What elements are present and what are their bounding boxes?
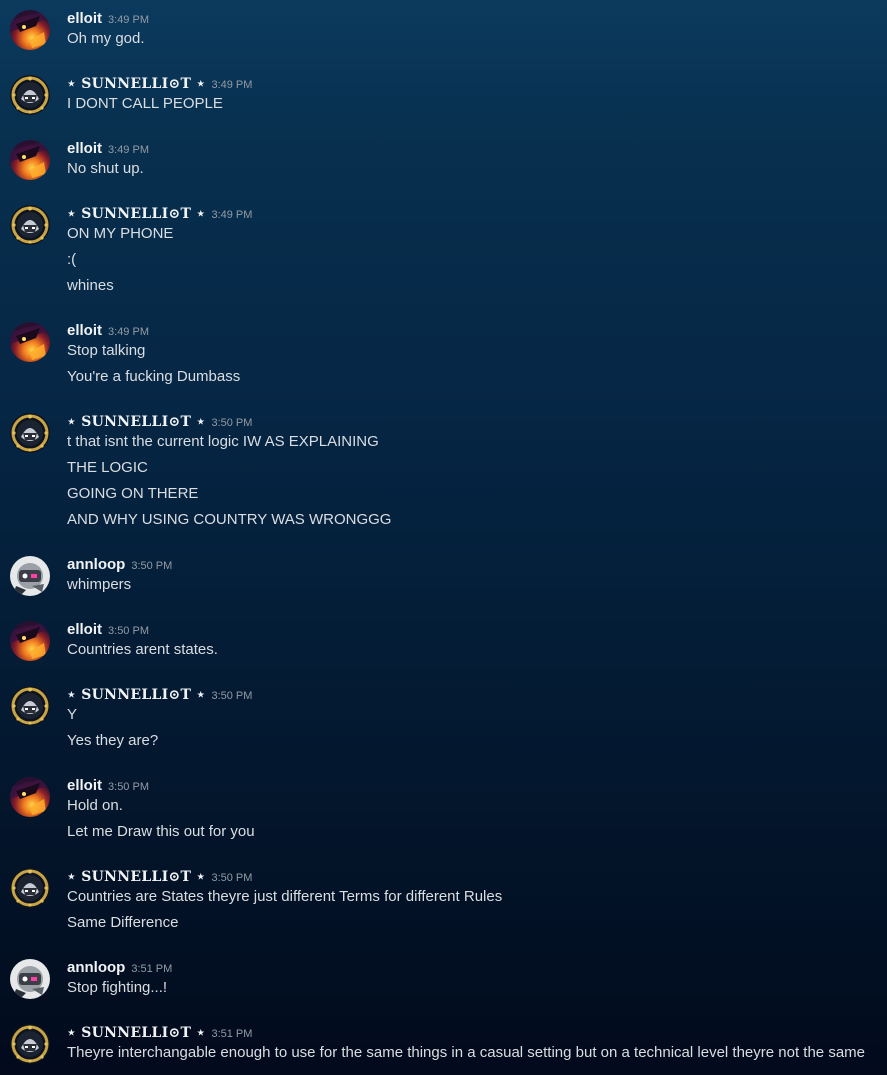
author-name[interactable]: ⋆ SUNNELLI⊙T ⋆ bbox=[67, 76, 205, 92]
elloit-avatar[interactable] bbox=[10, 621, 50, 661]
message-text: Countries arent states. bbox=[67, 641, 218, 658]
message-timestamp[interactable]: 3:49 PM bbox=[108, 144, 149, 156]
message-timestamp[interactable]: 3:50 PM bbox=[211, 872, 252, 884]
elloit-avatar[interactable] bbox=[10, 140, 50, 180]
message-text: t that isnt the current logic IW AS EXPL… bbox=[67, 433, 379, 450]
message-timestamp[interactable]: 3:49 PM bbox=[211, 79, 252, 91]
author-name[interactable]: ⋆ SUNNELLI⊙T ⋆ bbox=[67, 1025, 205, 1041]
message-timestamp[interactable]: 3:50 PM bbox=[211, 417, 252, 429]
message-text: :( bbox=[67, 251, 77, 268]
sunnelliot-avatar[interactable] bbox=[10, 1024, 50, 1064]
message-timestamp[interactable]: 3:50 PM bbox=[108, 625, 149, 637]
author-name[interactable]: ⋆ SUNNELLI⊙T ⋆ bbox=[67, 206, 205, 222]
author-name[interactable]: ⋆ SUNNELLI⊙T ⋆ bbox=[67, 414, 205, 430]
message-group[interactable]: ⋆ SUNNELLI⊙T ⋆ 3:49 PM ON MY PHONE :( whines bbox=[0, 205, 887, 304]
author-name[interactable]: ⋆ SUNNELLI⊙T ⋆ bbox=[67, 869, 205, 885]
elloit-avatar[interactable] bbox=[10, 322, 50, 362]
message-header: ⋆ SUNNELLI⊙T ⋆ 3:50 PM bbox=[67, 686, 252, 704]
message-header: elloit 3:49 PM bbox=[67, 140, 149, 158]
sunnelliot-avatar[interactable] bbox=[10, 413, 50, 453]
message-header: ⋆ SUNNELLI⊙T ⋆ 3:49 PM bbox=[67, 205, 252, 223]
message-text: Oh my god. bbox=[67, 30, 145, 47]
message-group[interactable]: annloop 3:50 PM whimpers bbox=[0, 556, 887, 603]
message-timestamp[interactable]: 3:51 PM bbox=[211, 1028, 252, 1040]
message-text: Stop talking bbox=[67, 342, 146, 359]
message-group[interactable]: ⋆ SUNNELLI⊙T ⋆ 3:50 PM t that isnt the cur… bbox=[0, 413, 887, 538]
author-name[interactable]: annloop bbox=[67, 959, 125, 976]
author-name[interactable]: ⋆ SUNNELLI⊙T ⋆ bbox=[67, 687, 205, 703]
message-header: ⋆ SUNNELLI⊙T ⋆ 3:49 PM bbox=[67, 75, 252, 93]
author-name[interactable]: elloit bbox=[67, 10, 102, 27]
message-header: ⋆ SUNNELLI⊙T ⋆ 3:50 PM bbox=[67, 413, 252, 431]
message-group[interactable]: ⋆ SUNNELLI⊙T ⋆ 3:49 PM I DONT CALL PEOPLE bbox=[0, 75, 887, 122]
message-timestamp[interactable]: 3:49 PM bbox=[108, 14, 149, 26]
message-text: Stop fighting...! bbox=[67, 979, 168, 996]
message-group[interactable]: annloop 3:51 PM Stop fighting...! bbox=[0, 959, 887, 1006]
message-text: AND WHY USING COUNTRY WAS WRONGGG bbox=[67, 511, 392, 528]
message-header: annloop 3:50 PM bbox=[67, 556, 172, 574]
message-header: elloit 3:49 PM bbox=[67, 10, 149, 28]
message-header: elloit 3:50 PM bbox=[67, 777, 149, 795]
sunnelliot-avatar[interactable] bbox=[10, 686, 50, 726]
elloit-avatar[interactable] bbox=[10, 777, 50, 817]
author-name[interactable]: elloit bbox=[67, 322, 102, 339]
message-group[interactable]: ⋆ SUNNELLI⊙T ⋆ 3:50 PM Y Yes they are? bbox=[0, 686, 887, 759]
sunnelliot-avatar[interactable] bbox=[10, 75, 50, 115]
message-group[interactable]: elloit 3:49 PM Stop talking You're a fuckin… bbox=[0, 322, 887, 395]
message-group[interactable]: elloit 3:50 PM Countries arent states. bbox=[0, 621, 887, 668]
sunnelliot-avatar[interactable] bbox=[10, 205, 50, 245]
message-text: whines bbox=[67, 277, 114, 294]
author-name[interactable]: annloop bbox=[67, 556, 125, 573]
message-group[interactable]: elloit 3:49 PM No shut up. bbox=[0, 140, 887, 187]
author-name[interactable]: elloit bbox=[67, 140, 102, 157]
message-text: ON MY PHONE bbox=[67, 225, 174, 242]
message-text: You're a fucking Dumbass bbox=[67, 368, 241, 385]
message-timestamp[interactable]: 3:49 PM bbox=[211, 209, 252, 221]
author-name[interactable]: elloit bbox=[67, 621, 102, 638]
message-header: elloit 3:49 PM bbox=[67, 322, 149, 340]
message-text: whimpers bbox=[67, 576, 132, 593]
annloop-avatar[interactable] bbox=[10, 556, 50, 596]
chat-message-list[interactable]: elloit 3:49 PM Oh my god. ⋆ SUNNELLI⊙T ⋆ 3:… bbox=[0, 0, 887, 1075]
message-text: Y bbox=[67, 706, 78, 723]
message-text: No shut up. bbox=[67, 160, 144, 177]
message-text: Hold on. bbox=[67, 797, 123, 814]
message-text: I DONT CALL PEOPLE bbox=[67, 95, 223, 112]
elloit-avatar[interactable] bbox=[10, 10, 50, 50]
message-header: elloit 3:50 PM bbox=[67, 621, 149, 639]
message-timestamp[interactable]: 3:49 PM bbox=[108, 326, 149, 338]
message-text: THE LOGIC bbox=[67, 459, 148, 476]
message-header: annloop 3:51 PM bbox=[67, 959, 172, 977]
message-timestamp[interactable]: 3:50 PM bbox=[131, 560, 172, 572]
author-name[interactable]: elloit bbox=[67, 777, 102, 794]
message-text: Yes they are? bbox=[67, 732, 159, 749]
message-text: Let me Draw this out for you bbox=[67, 823, 255, 840]
message-text: GOING ON THERE bbox=[67, 485, 199, 502]
message-group[interactable]: ⋆ SUNNELLI⊙T ⋆ 3:51 PM Theyre interchangab… bbox=[0, 1024, 887, 1071]
message-text: Countries are States theyre just differe… bbox=[67, 888, 503, 905]
message-header: ⋆ SUNNELLI⊙T ⋆ 3:51 PM bbox=[67, 1024, 252, 1042]
message-header: ⋆ SUNNELLI⊙T ⋆ 3:50 PM bbox=[67, 868, 252, 886]
message-timestamp[interactable]: 3:51 PM bbox=[131, 963, 172, 975]
message-text: Same Difference bbox=[67, 914, 179, 931]
message-timestamp[interactable]: 3:50 PM bbox=[108, 781, 149, 793]
sunnelliot-avatar[interactable] bbox=[10, 868, 50, 908]
message-text: Theyre interchangable enough to use for … bbox=[67, 1044, 865, 1061]
message-timestamp[interactable]: 3:50 PM bbox=[211, 690, 252, 702]
message-group[interactable]: ⋆ SUNNELLI⊙T ⋆ 3:50 PM Countries are State… bbox=[0, 868, 887, 941]
message-group[interactable]: elloit 3:49 PM Oh my god. bbox=[0, 10, 887, 57]
message-group[interactable]: elloit 3:50 PM Hold on. Let me Draw this ou… bbox=[0, 777, 887, 850]
annloop-avatar[interactable] bbox=[10, 959, 50, 999]
